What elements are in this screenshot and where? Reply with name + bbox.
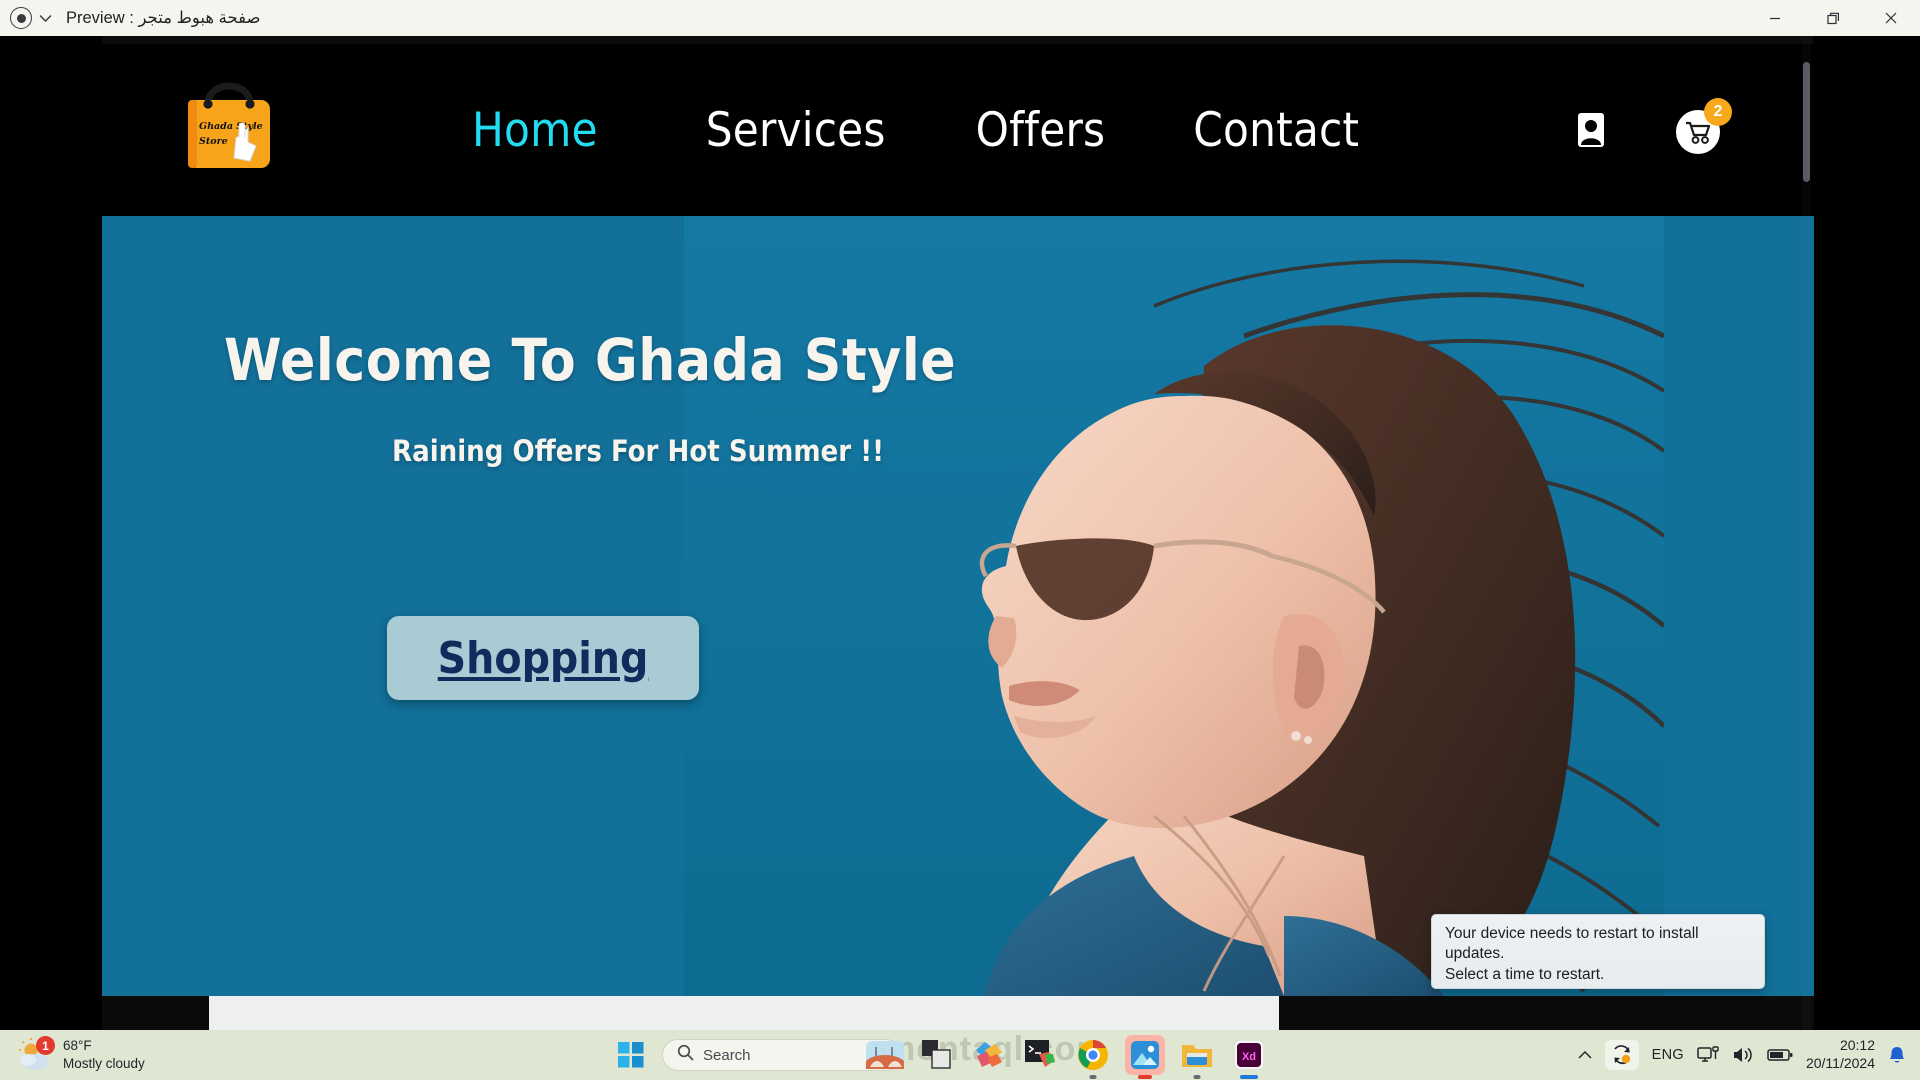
photos-icon[interactable] bbox=[1125, 1035, 1165, 1079]
system-tray: ENG 20:12 20/11/2024 bbox=[1578, 1030, 1906, 1080]
shopping-button[interactable]: Shopping bbox=[387, 616, 699, 700]
record-dot-icon[interactable] bbox=[10, 7, 32, 29]
weather-badge: 1 bbox=[36, 1036, 55, 1055]
toast-line-3: Select a time to restart. bbox=[1445, 965, 1605, 983]
preview-scroll-track[interactable] bbox=[1802, 36, 1811, 1030]
next-section-panel bbox=[209, 996, 1279, 1030]
minimize-button[interactable] bbox=[1746, 0, 1804, 36]
bell-icon[interactable] bbox=[1888, 1045, 1906, 1065]
search-placeholder: Search bbox=[703, 1046, 751, 1064]
restart-update-icon[interactable] bbox=[1604, 1040, 1639, 1070]
ghada-style-store-logo[interactable]: Ghada Style Store bbox=[178, 66, 280, 170]
clock-date: 20/11/2024 bbox=[1805, 1055, 1875, 1071]
file-explorer-icon[interactable] bbox=[1177, 1035, 1217, 1079]
toast-line-1: Your device needs to restart to install bbox=[1445, 925, 1699, 942]
volume-icon[interactable] bbox=[1732, 1046, 1754, 1064]
toast-line-2: updates. bbox=[1445, 945, 1505, 963]
weather-temperature: 68°F bbox=[63, 1038, 92, 1054]
svg-text:Ghada Style: Ghada Style bbox=[199, 121, 263, 132]
chevron-up-icon[interactable] bbox=[1578, 1050, 1592, 1060]
shopping-button-label: Shopping bbox=[437, 632, 649, 684]
microsoft-store-icon[interactable] bbox=[969, 1035, 1009, 1075]
weather-condition: Mostly cloudy bbox=[63, 1056, 145, 1071]
windows-start-icon[interactable] bbox=[610, 1034, 652, 1076]
svg-text:Xd: Xd bbox=[1242, 1051, 1256, 1063]
nav-icon-group: 2 bbox=[1576, 44, 1732, 216]
taskbar-center-group: Search bbox=[610, 1030, 902, 1080]
user-card-icon[interactable] bbox=[1576, 111, 1606, 149]
weather-widget[interactable]: 1 68°F Mostly cloudy bbox=[18, 1034, 145, 1076]
restart-notification-toast[interactable]: Your device needs to restart to install … bbox=[1431, 914, 1765, 989]
nav-links: Home Services Offers Contact bbox=[472, 44, 1359, 216]
widgets-bridge-icon[interactable] bbox=[865, 1035, 905, 1075]
clock-time: 20:12 bbox=[1839, 1037, 1875, 1054]
image-preview-canvas: Ghada Style Store Home Services Offers C… bbox=[0, 36, 1920, 1030]
cart-count-badge: 2 bbox=[1704, 98, 1732, 126]
network-icon[interactable] bbox=[1697, 1045, 1719, 1065]
battery-icon[interactable] bbox=[1767, 1048, 1793, 1062]
preview-scrollbar-thumb[interactable] bbox=[1803, 62, 1810, 182]
shopping-cart-icon[interactable]: 2 bbox=[1676, 98, 1732, 154]
adobe-xd-icon[interactable]: Xd bbox=[1229, 1035, 1269, 1079]
hero-title: Welcome To Ghada Style bbox=[224, 326, 957, 394]
restore-button[interactable] bbox=[1804, 0, 1862, 36]
landing-page-preview: Ghada Style Store Home Services Offers C… bbox=[102, 36, 1814, 1030]
hero-subtitle: Raining Offers For Hot Summer !! bbox=[392, 434, 884, 468]
cloud-sun-icon: 1 bbox=[18, 1036, 55, 1072]
nav-item-contact[interactable]: Contact bbox=[1193, 103, 1359, 158]
terminal-icon[interactable] bbox=[1021, 1035, 1061, 1075]
svg-text:Store: Store bbox=[199, 136, 228, 147]
google-chrome-icon[interactable] bbox=[1073, 1035, 1113, 1079]
hero-section: Welcome To Ghada Style Raining Offers Fo… bbox=[102, 216, 1814, 996]
site-navbar: Ghada Style Store Home Services Offers C… bbox=[102, 44, 1814, 216]
search-icon bbox=[677, 1044, 694, 1066]
language-indicator[interactable]: ENG bbox=[1652, 1047, 1684, 1063]
task-view-icon[interactable] bbox=[917, 1035, 957, 1075]
nav-item-home[interactable]: Home bbox=[472, 103, 598, 158]
nav-item-services[interactable]: Services bbox=[706, 103, 886, 158]
window-title: Preview : صفحة هبوط متجر bbox=[66, 9, 261, 27]
close-button[interactable] bbox=[1862, 0, 1920, 36]
clock[interactable]: 20:12 20/11/2024 bbox=[1806, 1037, 1875, 1073]
window-titlebar: Preview : صفحة هبوط متجر bbox=[0, 0, 1920, 36]
taskbar-app-group: Xd bbox=[865, 1030, 1269, 1080]
nav-item-offers[interactable]: Offers bbox=[976, 103, 1106, 158]
chevron-down-icon[interactable] bbox=[32, 5, 58, 31]
